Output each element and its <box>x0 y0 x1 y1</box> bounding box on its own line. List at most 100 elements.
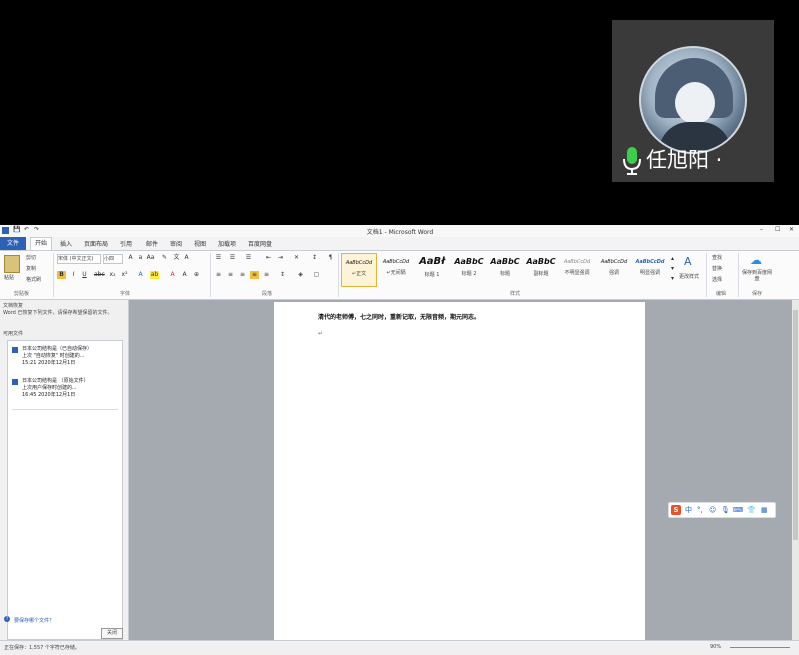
paste-icon[interactable] <box>4 255 20 273</box>
tab-mailings[interactable]: 邮件 <box>146 239 158 248</box>
font-color-icon[interactable]: A <box>168 271 177 279</box>
line-spacing-icon[interactable]: ↕ <box>278 271 287 279</box>
superscript-icon[interactable]: x² <box>120 271 129 279</box>
list-item[interactable]: 日本公司结构是 （原始文件） 上次用户保存时创建的... 16:45 2020年… <box>12 377 118 410</box>
style-subtle-emphasis[interactable]: AaBbCcDd 不明显强调 <box>559 253 595 287</box>
which-file-link[interactable]: 要保存哪个文件？ <box>14 617 54 624</box>
bold-icon[interactable]: B <box>57 271 66 279</box>
speaker-name: 任旭阳 · <box>646 148 723 172</box>
tab-home[interactable]: 开始 <box>30 237 52 250</box>
increase-indent-icon[interactable]: ⇥ <box>276 254 285 262</box>
paste-button[interactable]: 粘贴 <box>4 274 14 281</box>
enclose-char-icon[interactable]: ⊕ <box>192 271 201 279</box>
undo-icon[interactable]: ↶ <box>24 226 29 233</box>
word-window: 💾 ↶ ↷ 文档1 - Microsoft Word – ☐ ✕ 文件 开始 插… <box>0 225 799 655</box>
styles-scroll-down-icon[interactable]: ▾ <box>668 265 677 273</box>
tab-insert[interactable]: 插入 <box>60 239 72 248</box>
shrink-font-icon[interactable]: a <box>136 254 145 262</box>
grow-font-icon[interactable]: A <box>126 254 135 262</box>
tab-addins[interactable]: 加载项 <box>218 239 236 248</box>
subscript-icon[interactable]: x₂ <box>108 271 117 279</box>
change-styles-icon[interactable]: A <box>684 255 692 268</box>
highlight-icon[interactable]: ab <box>150 271 159 279</box>
numbering-icon[interactable]: ☰ <box>228 254 237 262</box>
change-case-icon[interactable]: Aa <box>146 254 155 262</box>
style-heading-1[interactable]: AaBł 标题 1 <box>414 253 450 287</box>
ime-skin-icon[interactable]: 👕 <box>747 505 756 515</box>
ime-voice-icon[interactable]: 🎙 <box>721 505 730 515</box>
scrollbar-thumb[interactable] <box>793 310 798 540</box>
ime-toolbox-icon[interactable]: ▦ <box>761 505 768 515</box>
sort-icon[interactable]: ↕ <box>310 254 319 262</box>
char-shading-icon[interactable]: A <box>180 271 189 279</box>
align-left-icon[interactable]: ≡ <box>214 271 223 279</box>
chinese-layout-icon[interactable]: ✕ <box>292 254 301 262</box>
tab-references[interactable]: 引用 <box>120 239 132 248</box>
show-marks-icon[interactable]: ¶ <box>326 254 335 262</box>
maximize-icon[interactable]: ☐ <box>775 226 780 233</box>
vertical-scrollbar[interactable] <box>792 300 799 640</box>
shading-icon[interactable]: ◈ <box>296 271 305 279</box>
justify-icon[interactable]: ≡ <box>250 271 259 279</box>
save-to-baidu-button[interactable]: 保存到百度网盘 <box>742 270 772 282</box>
zoom-level[interactable]: 90% <box>710 644 721 650</box>
tab-file[interactable]: 文件 <box>0 237 26 250</box>
style-title[interactable]: AaBbC 标题 <box>487 253 523 287</box>
ime-toolbar[interactable]: S 中 °, ☺ 🎙 ⌨ 👕 ▦ <box>668 502 776 518</box>
change-styles-button[interactable]: 更改样式 <box>679 273 699 280</box>
cut-button[interactable]: 剪切 <box>26 254 36 261</box>
video-tile[interactable]: 任旭阳 · <box>612 20 774 182</box>
ime-chinese-mode[interactable]: 中 <box>685 505 692 515</box>
tab-view[interactable]: 视图 <box>194 239 206 248</box>
ime-emoji-icon[interactable]: ☺ <box>709 505 716 515</box>
ime-punctuation-icon[interactable]: °, <box>697 505 703 515</box>
redo-icon[interactable]: ↷ <box>34 226 39 233</box>
font-name-select[interactable]: 宋体 (中文正文) <box>57 254 101 264</box>
clear-format-icon[interactable]: ✎ <box>160 254 169 262</box>
replace-button[interactable]: 替换 <box>712 265 722 272</box>
format-painter-button[interactable]: 格式刷 <box>26 276 41 283</box>
close-icon[interactable]: ✕ <box>789 226 794 233</box>
decrease-indent-icon[interactable]: ⇤ <box>264 254 273 262</box>
style-subtitle[interactable]: AaBbC 副标题 <box>523 253 559 287</box>
bullets-icon[interactable]: ☰ <box>214 254 223 262</box>
style-emphasis[interactable]: AaBbCcDd 强调 <box>596 253 632 287</box>
tab-page-layout[interactable]: 页面布局 <box>84 239 108 248</box>
document-text[interactable]: 清代的老师傅，七之同时，重新记取，无限音频，期元同志。 <box>318 312 480 321</box>
document-icon <box>12 379 18 385</box>
font-size-select[interactable]: 小四 <box>103 254 123 264</box>
distributed-icon[interactable]: ≡ <box>262 271 271 279</box>
borders-icon[interactable]: ▢ <box>312 271 321 279</box>
underline-icon[interactable]: U <box>80 271 89 279</box>
baidu-cloud-icon[interactable]: ☁ <box>750 253 762 267</box>
select-button[interactable]: 选择 <box>712 276 722 283</box>
save-icon[interactable]: 💾 <box>13 226 20 233</box>
find-button[interactable]: 查找 <box>712 254 722 261</box>
char-border-icon[interactable]: A <box>182 254 191 262</box>
styles-scroll-up-icon[interactable]: ▴ <box>668 255 677 263</box>
document-page[interactable]: 清代的老师傅，七之同时，重新记取，无限音频，期元同志。 ↵ <box>274 302 645 642</box>
ime-keyboard-icon[interactable]: ⌨ <box>733 505 743 515</box>
style-heading-2[interactable]: AaBbC 标题 2 <box>451 253 487 287</box>
copy-button[interactable]: 复制 <box>26 265 36 272</box>
minimize-icon[interactable]: – <box>760 226 763 233</box>
style-no-spacing[interactable]: AaBbCcDd ↵无间隔 <box>378 253 414 287</box>
align-right-icon[interactable]: ≡ <box>238 271 247 279</box>
text-effects-icon[interactable]: A <box>136 271 145 279</box>
tab-review[interactable]: 审阅 <box>170 239 182 248</box>
strikethrough-icon[interactable]: abc <box>94 271 105 279</box>
sogou-logo-icon[interactable]: S <box>671 505 681 515</box>
styles-more-icon[interactable]: ▾ <box>668 275 677 283</box>
align-center-icon[interactable]: ≡ <box>226 271 235 279</box>
phonetic-icon[interactable]: 文 <box>172 254 181 262</box>
ribbon-tabs: 文件 开始 插入 页面布局 引用 邮件 审阅 视图 加载项 百度网盘 <box>0 237 799 251</box>
style-intense-emphasis[interactable]: AaBbCcDd 明显强调 <box>632 253 668 287</box>
tab-baidu-netdisk[interactable]: 百度网盘 <box>248 239 272 248</box>
italic-icon[interactable]: I <box>69 271 78 279</box>
zoom-slider[interactable] <box>730 647 790 648</box>
multilevel-list-icon[interactable]: ☰ <box>244 254 253 262</box>
list-item[interactable]: 日本公司结构是（已自动保存） 上次 "自动恢复" 时创建的... 15:21 2… <box>12 345 118 377</box>
recovery-file-list: 日本公司结构是（已自动保存） 上次 "自动恢复" 时创建的... 15:21 2… <box>7 340 123 640</box>
close-pane-button[interactable]: 关闭 <box>101 628 123 639</box>
style-normal[interactable]: AaBbCcDd ↵正文 <box>341 253 377 287</box>
